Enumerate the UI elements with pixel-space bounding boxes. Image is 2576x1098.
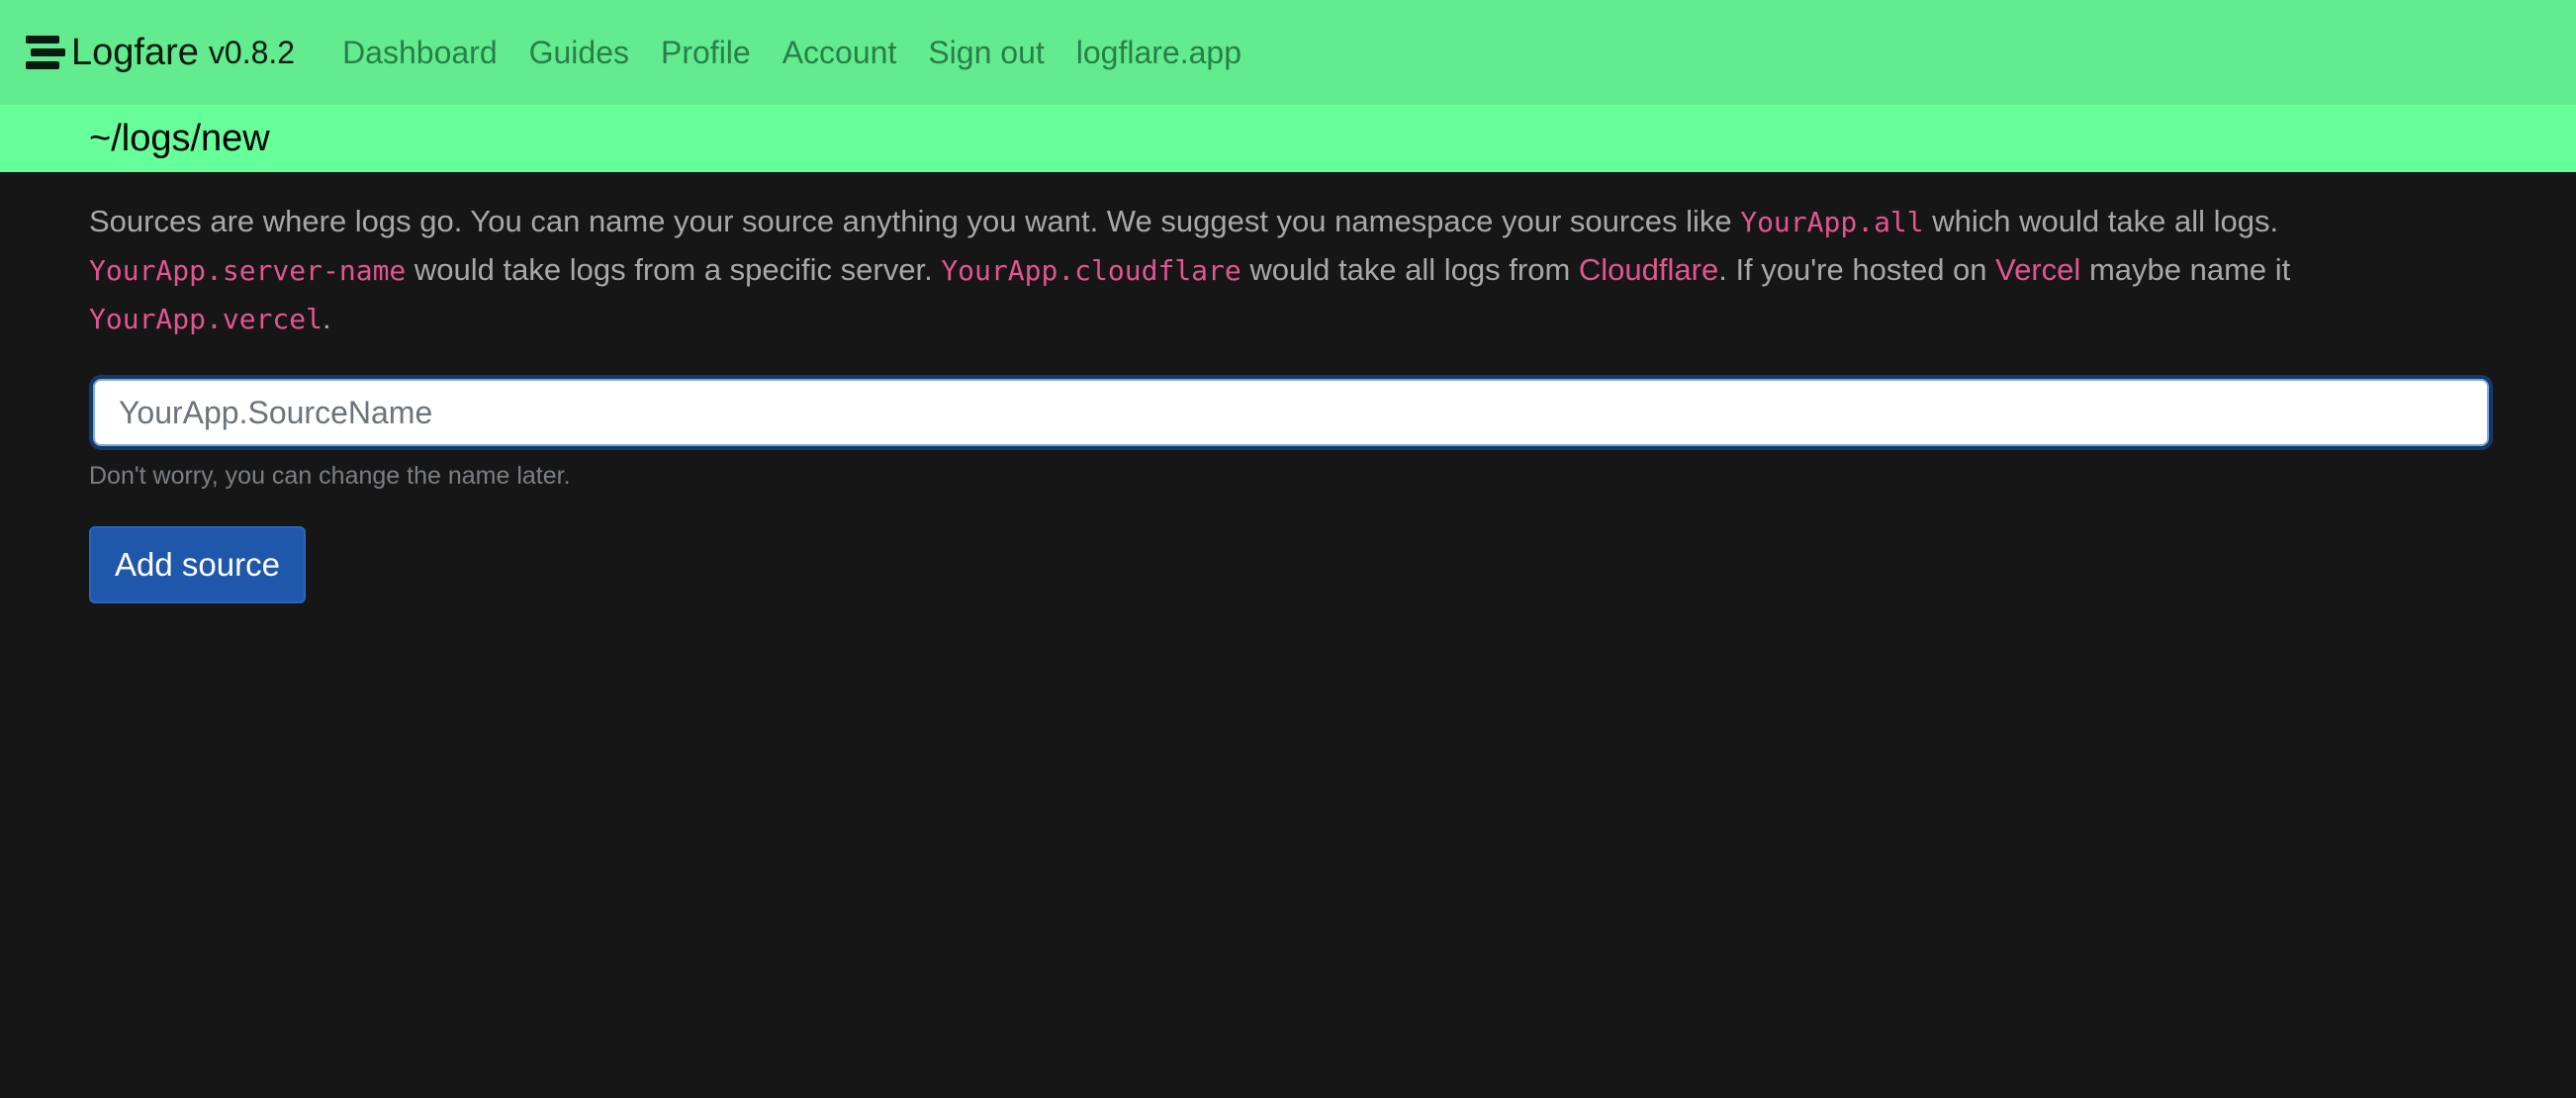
brand[interactable]: Logfare v0.8.2 xyxy=(26,32,295,74)
cloudflare-link[interactable]: Cloudflare xyxy=(1579,252,1718,287)
intro-text-2: which would take all logs. xyxy=(1923,204,2279,238)
help-text: Don't worry, you can change the name lat… xyxy=(89,462,571,490)
brand-version: v0.8.2 xyxy=(208,34,296,70)
code-yourapp-vercel: YourApp.vercel xyxy=(89,303,323,335)
intro-text-5: . If you're hosted on xyxy=(1718,252,1996,287)
page-title: ~/logs/new xyxy=(89,117,270,159)
intro-text-6: maybe name it xyxy=(2080,252,2291,287)
navbar: Logfare v0.8.2 Dashboard Guides Profile … xyxy=(0,0,2576,105)
nav-links: Dashboard Guides Profile Account Sign ou… xyxy=(342,35,1242,71)
source-name-input[interactable] xyxy=(93,379,2489,446)
intro-text-1: Sources are where logs go. You can name … xyxy=(89,204,1741,238)
logfare-logo-icon xyxy=(26,36,65,69)
code-yourapp-all: YourApp.all xyxy=(1740,206,1924,238)
nav-link-guides[interactable]: Guides xyxy=(529,35,629,71)
intro-text: Sources are where logs go. You can name … xyxy=(89,198,2483,343)
nav-link-account[interactable]: Account xyxy=(782,35,897,71)
intro-text-3: would take logs from a specific server. xyxy=(406,252,942,287)
intro-text-4: would take all logs from xyxy=(1241,252,1579,287)
nav-link-profile[interactable]: Profile xyxy=(661,35,751,71)
code-yourapp-cloudflare: YourApp.cloudflare xyxy=(941,254,1242,287)
add-source-button[interactable]: Add source xyxy=(89,526,306,603)
subheader: ~/logs/new xyxy=(0,105,2576,172)
nav-link-logflare-app[interactable]: logflare.app xyxy=(1076,35,1242,71)
main-content: Sources are where logs go. You can name … xyxy=(0,198,2576,603)
source-name-input-focus-ring xyxy=(89,375,2493,450)
nav-link-sign-out[interactable]: Sign out xyxy=(928,35,1044,71)
brand-name: Logfare xyxy=(71,31,199,73)
nav-link-dashboard[interactable]: Dashboard xyxy=(342,35,498,71)
code-yourapp-server-name: YourApp.server-name xyxy=(89,254,407,287)
intro-text-7: . xyxy=(322,301,331,335)
vercel-link[interactable]: Vercel xyxy=(1995,252,2080,287)
